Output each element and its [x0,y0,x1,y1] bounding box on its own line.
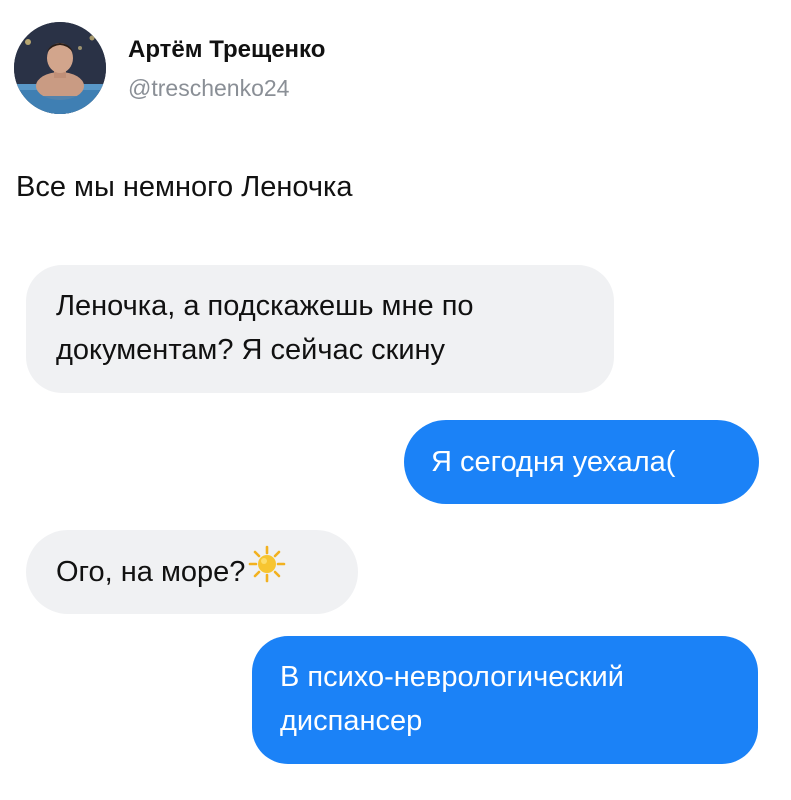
message-line: документам? Я сейчас скину [56,334,446,366]
message-line: Леночка, а подскажешь мне по [56,290,474,322]
tweet-text: Все мы немного Леночка [16,171,353,203]
tweet-header: Артём Трещенко @treschenko24 [14,22,514,114]
message-bubble-incoming: Ого, на море? [26,530,358,614]
message-bubble-incoming: Леночка, а подскажешь мне по документам?… [26,265,614,393]
author-handle[interactable]: @treschenko24 [128,75,289,102]
avatar[interactable] [14,22,106,114]
message-line: Ого, на море? [56,556,246,589]
message-bubble-outgoing: Я сегодня уехала( [404,420,759,504]
message-line: Я сегодня уехала( [431,446,676,478]
sun-icon [247,544,287,597]
message-line: диспансер [280,705,423,737]
message-line: В психо-неврологический [280,661,624,693]
message-bubble-outgoing: В психо-неврологический диспансер [252,636,758,764]
avatar-photo [14,22,106,114]
author-name[interactable]: Артём Трещенко [128,36,325,64]
